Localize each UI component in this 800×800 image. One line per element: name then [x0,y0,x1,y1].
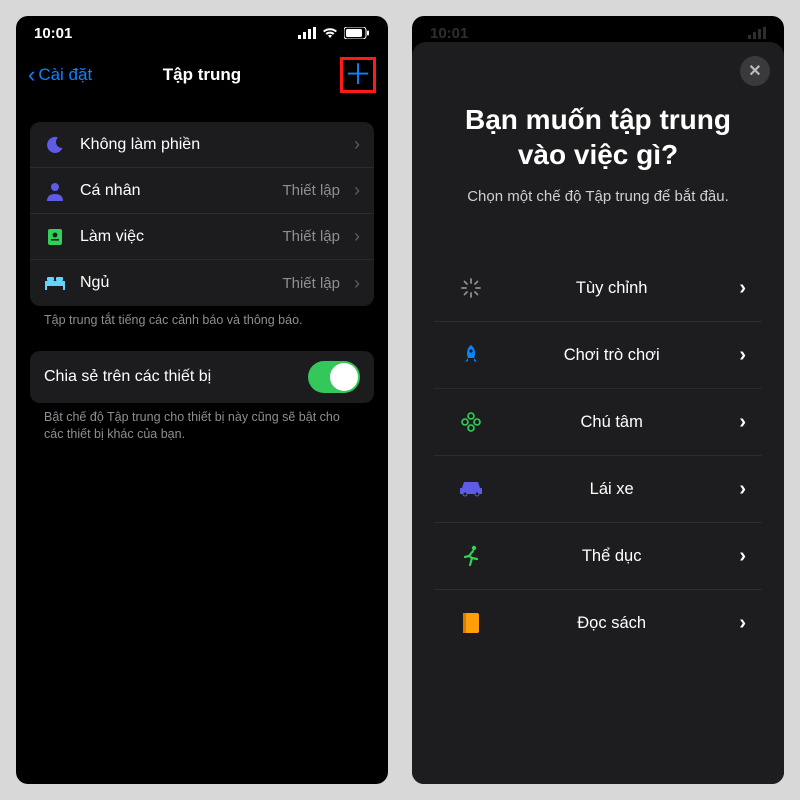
row-label: Chia sẻ trên các thiết bị [44,368,294,386]
row-label: Làm việc [80,228,268,246]
focus-row-work[interactable]: Làm việc Thiết lập › [30,214,374,260]
chevron-right-icon: › [354,226,360,247]
book-icon [458,610,484,636]
option-reading[interactable]: Đọc sách › [434,590,762,656]
add-button[interactable]: ＋ [344,61,372,89]
share-across-devices-row[interactable]: Chia sẻ trên các thiết bị [30,351,374,403]
flower-icon [458,409,484,435]
focus-list: Không làm phiền › Cá nhân Thiết lập › Là… [30,122,374,306]
phone-left-settings: 10:01 ‹ Cài đặt Tập trung ＋ Không làm ph… [16,16,388,784]
focus-row-sleep[interactable]: Ngủ Thiết lập › [30,260,374,306]
share-toggle-on[interactable] [308,361,360,393]
back-label: Cài đặt [38,65,92,85]
row-detail: Thiết lập [282,228,340,245]
chevron-right-icon: › [739,344,746,367]
close-icon: ✕ [748,61,761,81]
chevron-left-icon: ‹ [28,64,35,86]
content-area: Không làm phiền › Cá nhân Thiết lập › Là… [16,100,388,443]
focus-row-personal[interactable]: Cá nhân Thiết lập › [30,168,374,214]
status-time: 10:01 [430,25,468,42]
option-driving[interactable]: Lái xe › [434,456,762,523]
row-label: Cá nhân [80,182,268,200]
option-label: Lái xe [524,480,699,499]
row-detail: Thiết lập [282,275,340,292]
option-label: Chơi trò chơi [524,346,699,365]
option-fitness[interactable]: Thể dục › [434,523,762,590]
chevron-right-icon: › [739,612,746,635]
option-label: Chú tâm [524,413,699,432]
close-button[interactable]: ✕ [740,56,770,86]
share-footnote: Bật chế độ Tập trung cho thiết bị này cũ… [30,403,374,443]
share-group: Chia sẻ trên các thiết bị [30,351,374,403]
navbar: ‹ Cài đặt Tập trung ＋ [16,50,388,100]
option-gaming[interactable]: Chơi trò chơi › [434,322,762,389]
row-label: Không làm phiền [80,136,340,154]
option-custom[interactable]: Tùy chỉnh › [434,255,762,322]
moon-icon [44,134,66,156]
battery-icon [344,27,370,39]
option-label: Đọc sách [524,614,699,633]
chevron-right-icon: › [354,273,360,294]
back-button[interactable]: ‹ Cài đặt [28,64,92,86]
person-icon [44,180,66,202]
wifi-icon [322,27,338,39]
chevron-right-icon: › [739,478,746,501]
option-label: Tùy chỉnh [524,279,699,298]
statusbar: 10:01 [16,16,388,50]
bed-icon [44,272,66,294]
chevron-right-icon: › [739,411,746,434]
focus-options: Tùy chỉnh › Chơi trò chơi › Chú tâm › [434,255,762,656]
signal-icon [748,27,766,39]
sheet-subtitle: Chọn một chế độ Tập trung để bắt đầu. [434,188,762,205]
sheet-heading: Bạn muốn tập trung vào việc gì? [434,102,762,172]
chevron-right-icon: › [739,277,746,300]
phone-right-focus-picker: 10:01 ✕ Bạn muốn tập trung vào việc gì? … [412,16,784,784]
signal-icon [298,27,316,39]
focus-picker-sheet: ✕ Bạn muốn tập trung vào việc gì? Chọn m… [412,42,784,784]
status-icons [298,27,370,39]
option-label: Thể dục [524,547,699,566]
option-mindfulness[interactable]: Chú tâm › [434,389,762,456]
status-time: 10:01 [34,25,72,42]
rocket-icon [458,342,484,368]
car-icon [458,476,484,502]
add-focus-highlight: ＋ [340,57,376,93]
row-detail: Thiết lập [282,182,340,199]
runner-icon [458,543,484,569]
focus-row-dnd[interactable]: Không làm phiền › [30,122,374,168]
sparkle-icon [458,275,484,301]
chevron-right-icon: › [354,134,360,155]
chevron-right-icon: › [354,180,360,201]
focus-footnote: Tập trung tắt tiếng các cảnh báo và thôn… [30,306,374,329]
row-label: Ngủ [80,274,268,292]
badge-icon [44,226,66,248]
chevron-right-icon: › [739,545,746,568]
